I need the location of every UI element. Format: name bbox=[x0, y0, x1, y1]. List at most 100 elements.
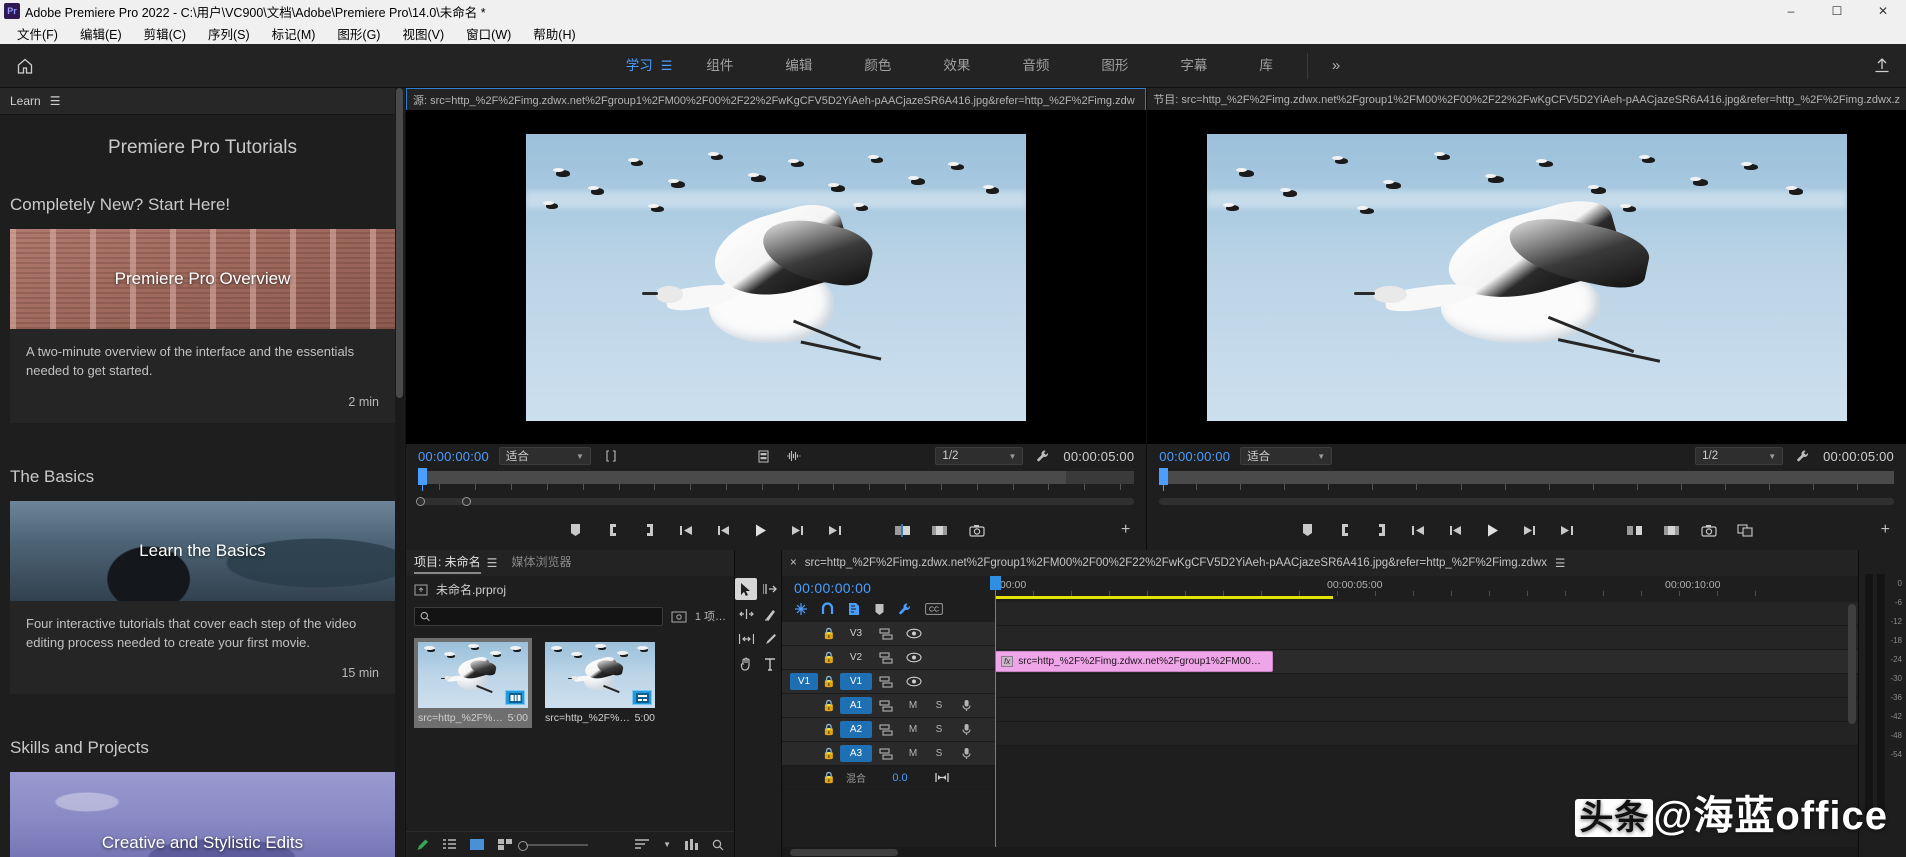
track-target-a1[interactable] bbox=[790, 697, 818, 714]
minimize-button[interactable]: – bbox=[1768, 0, 1814, 22]
timeline-settings-icon[interactable] bbox=[898, 602, 912, 616]
menu-item-view[interactable]: 视图(V) bbox=[391, 22, 455, 45]
button-editor-plus[interactable]: + bbox=[1881, 521, 1890, 539]
track-header-master[interactable]: 🔒 混合 0.0 bbox=[782, 766, 995, 790]
new-item-icon[interactable] bbox=[416, 838, 429, 851]
step-back-button[interactable] bbox=[1446, 520, 1466, 540]
tab-learn-panel[interactable]: Learn bbox=[10, 94, 41, 108]
program-fit-select[interactable]: 适合 ▼ bbox=[1240, 447, 1333, 465]
home-button[interactable] bbox=[0, 57, 50, 75]
track-header-a1[interactable]: 🔒 A1 M S bbox=[782, 694, 995, 718]
learn-card-creative[interactable]: Creative and Stylistic Edits bbox=[10, 772, 395, 857]
menu-item-graphics[interactable]: 图形(G) bbox=[326, 22, 391, 45]
hand-tool[interactable] bbox=[735, 653, 757, 675]
search-input[interactable] bbox=[414, 606, 663, 626]
mark-in-button[interactable] bbox=[1335, 520, 1355, 540]
menu-item-window[interactable]: 窗口(W) bbox=[455, 22, 522, 45]
tab-color[interactable]: 颜色 bbox=[838, 44, 917, 88]
settings-wrench-icon[interactable] bbox=[1033, 446, 1053, 466]
source-monitor-view[interactable] bbox=[406, 110, 1147, 444]
timeline-horizontal-scrollbar[interactable] bbox=[782, 847, 1858, 857]
lock-icon[interactable]: 🔒 bbox=[818, 651, 840, 664]
lock-icon[interactable]: 🔒 bbox=[818, 771, 840, 784]
toggle-track-output-icon[interactable] bbox=[900, 628, 928, 639]
mark-in-button[interactable] bbox=[603, 520, 623, 540]
program-zoom-scroll[interactable] bbox=[1147, 494, 1906, 510]
timeline-current-time[interactable]: 00:00:00:00 bbox=[782, 576, 995, 596]
timeline-playhead[interactable] bbox=[990, 576, 1001, 847]
add-marker-button[interactable] bbox=[1298, 520, 1318, 540]
mute-track-button[interactable]: M bbox=[900, 700, 926, 711]
track-name-v3[interactable]: V3 bbox=[840, 625, 872, 642]
settings-filmstrip-icon[interactable] bbox=[753, 446, 773, 466]
linked-selection-icon[interactable] bbox=[847, 602, 861, 616]
project-item-0[interactable]: src=http_%2F%2Fimg.z… 5:00 bbox=[414, 638, 532, 728]
lock-icon[interactable]: 🔒 bbox=[818, 723, 840, 736]
menu-item-marker[interactable]: 标记(M) bbox=[261, 22, 327, 45]
go-to-in-button[interactable] bbox=[1409, 520, 1429, 540]
filter-bin-icon[interactable] bbox=[671, 610, 687, 623]
track-name-v1[interactable]: V1 bbox=[840, 673, 872, 690]
track-target-v2[interactable] bbox=[790, 649, 818, 666]
play-button[interactable] bbox=[751, 520, 771, 540]
timeline-sequence-name[interactable]: src=http_%2F%2Fimg.zdwx.net%2Fgroup1%2FM… bbox=[805, 557, 1547, 569]
lane-v1[interactable]: fx src=http_%2F%2Fimg.zdwx.net%2Fgroup1%… bbox=[995, 650, 1858, 674]
slip-tool[interactable] bbox=[735, 628, 757, 650]
track-target-a2[interactable] bbox=[790, 721, 818, 738]
mute-track-button[interactable]: M bbox=[900, 748, 926, 759]
project-item-1[interactable]: src=http_%2F%2F… 5:00 bbox=[541, 638, 659, 728]
learn-card-overview[interactable]: Premiere Pro Overview A two-minute overv… bbox=[10, 229, 395, 423]
lock-icon[interactable]: 🔒 bbox=[818, 699, 840, 712]
zoom-slider[interactable] bbox=[518, 840, 588, 851]
lane-v3[interactable] bbox=[995, 602, 1858, 626]
learn-card-basics[interactable]: Learn the Basics Four interactive tutori… bbox=[10, 500, 395, 695]
select-zoom-level-icon[interactable] bbox=[601, 446, 621, 466]
play-button[interactable] bbox=[1483, 520, 1503, 540]
solo-track-button[interactable]: S bbox=[926, 724, 952, 735]
add-marker-button[interactable] bbox=[566, 520, 586, 540]
program-scrub-bar[interactable] bbox=[1147, 468, 1906, 494]
comparison-view-button[interactable] bbox=[1736, 520, 1756, 540]
mute-track-button[interactable]: M bbox=[900, 724, 926, 735]
lane-v2[interactable] bbox=[995, 626, 1858, 650]
toggle-track-output-icon[interactable] bbox=[900, 676, 928, 687]
sync-lock-icon[interactable] bbox=[872, 651, 900, 664]
lane-a2[interactable] bbox=[995, 698, 1858, 722]
menu-item-edit[interactable]: 编辑(E) bbox=[69, 22, 133, 45]
lock-icon[interactable]: 🔒 bbox=[818, 627, 840, 640]
settings-wrench-icon[interactable] bbox=[1793, 446, 1813, 466]
project-menu-icon[interactable]: ☰ bbox=[487, 556, 498, 570]
timeline-vertical-scrollbar[interactable] bbox=[1848, 604, 1856, 724]
menu-item-sequence[interactable]: 序列(S) bbox=[197, 22, 261, 45]
menu-item-help[interactable]: 帮助(H) bbox=[522, 22, 586, 45]
overwrite-button[interactable] bbox=[930, 520, 950, 540]
step-back-button[interactable] bbox=[714, 520, 734, 540]
program-monitor-view[interactable] bbox=[1147, 110, 1906, 444]
menu-item-file[interactable]: 文件(F) bbox=[6, 22, 69, 45]
ripple-edit-tool[interactable] bbox=[735, 603, 757, 625]
extract-button[interactable] bbox=[1662, 520, 1682, 540]
sync-lock-icon[interactable] bbox=[872, 723, 900, 736]
freeform-view-icon[interactable] bbox=[498, 839, 512, 850]
lane-a3[interactable] bbox=[995, 722, 1858, 746]
timeline-clip[interactable]: fx src=http_%2F%2Fimg.zdwx.net%2Fgroup1%… bbox=[995, 651, 1273, 672]
timeline-tracks-area[interactable]: :00:00 00:00:05:00 00:00:10:00 fx src=ht… bbox=[990, 576, 1858, 847]
sync-lock-icon[interactable] bbox=[872, 675, 900, 688]
share-export-button[interactable] bbox=[1872, 44, 1892, 88]
mark-out-button[interactable] bbox=[640, 520, 660, 540]
captions-icon[interactable]: CC bbox=[925, 603, 943, 615]
timeline-menu-icon[interactable]: ☰ bbox=[1555, 556, 1565, 570]
snap-icon[interactable] bbox=[821, 602, 834, 616]
go-to-in-button[interactable] bbox=[677, 520, 697, 540]
maximize-button[interactable]: ☐ bbox=[1814, 0, 1860, 22]
track-header-a3[interactable]: 🔒 A3 M S bbox=[782, 742, 995, 766]
track-name-v2[interactable]: V2 bbox=[840, 649, 872, 666]
sync-lock-icon[interactable] bbox=[872, 699, 900, 712]
track-header-v1[interactable]: V1 🔒 V1 bbox=[782, 670, 995, 694]
tab-captions[interactable]: 字幕 bbox=[1154, 44, 1233, 88]
selection-tool[interactable] bbox=[735, 578, 757, 600]
track-target-v3[interactable] bbox=[790, 625, 818, 642]
type-tool[interactable] bbox=[759, 653, 781, 675]
track-name-a1[interactable]: A1 bbox=[840, 697, 872, 714]
lift-button[interactable] bbox=[1625, 520, 1645, 540]
